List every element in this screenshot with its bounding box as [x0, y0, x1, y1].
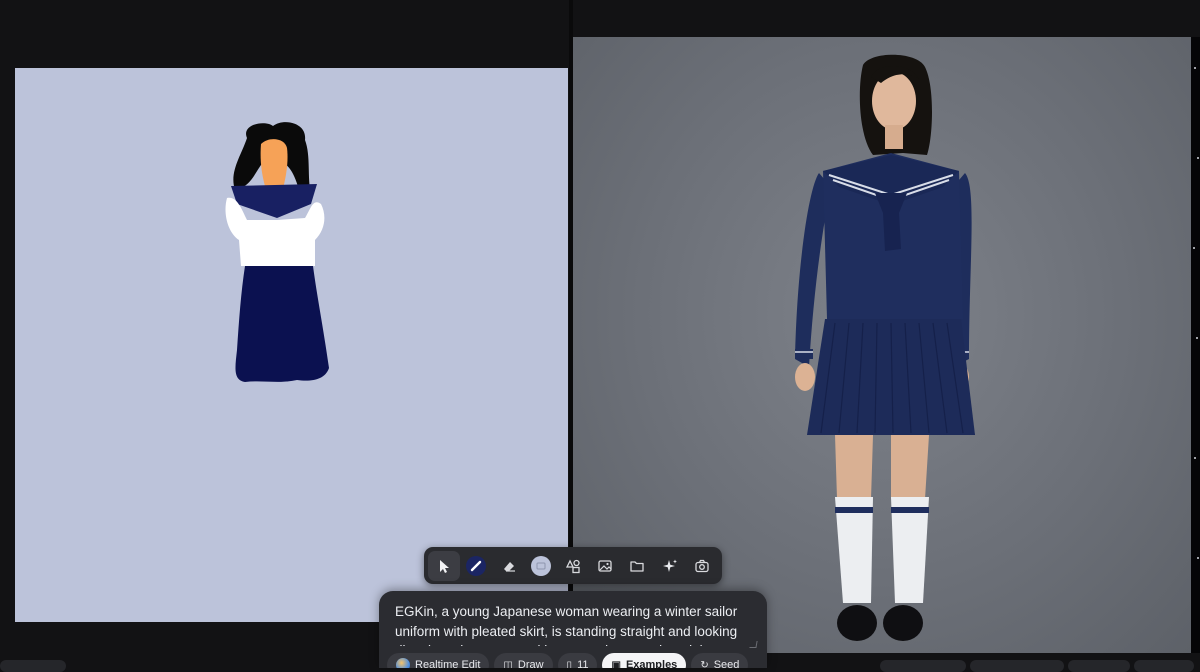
- seed-label: Seed: [713, 659, 740, 668]
- seed-button[interactable]: ↻ Seed: [691, 653, 749, 669]
- folder-tool[interactable]: [621, 551, 653, 581]
- brush-icon: [466, 555, 487, 576]
- draw-label: Draw: [517, 659, 544, 668]
- resize-grip-icon[interactable]: [749, 641, 758, 648]
- globe-icon: [396, 658, 410, 668]
- starfield-strip: [1191, 37, 1200, 653]
- count-button[interactable]: ▯ 11: [557, 653, 598, 669]
- camera-icon: [695, 559, 709, 572]
- sketch-skirt: [235, 266, 329, 382]
- camera-tool[interactable]: [686, 551, 718, 581]
- prompt-input[interactable]: EGKin, a young Japanese woman wearing a …: [395, 602, 751, 646]
- draw-button[interactable]: ◫ Draw: [494, 653, 553, 669]
- drawing-toolbar: [424, 547, 722, 584]
- prompt-panel: EGKin, a young Japanese woman wearing a …: [379, 591, 767, 668]
- bottom-left-control[interactable]: [0, 660, 66, 672]
- shapes-icon: [565, 559, 580, 573]
- bottom-right-control-3[interactable]: [1068, 660, 1130, 672]
- image-icon: [598, 559, 612, 572]
- phone-icon: ▯: [566, 659, 573, 669]
- bottom-right-control-4[interactable]: [1134, 660, 1194, 672]
- seed-icon: ↻: [700, 659, 709, 669]
- drawing-canvas[interactable]: [15, 68, 568, 622]
- select-tool[interactable]: [428, 550, 461, 581]
- prompt-options: Realtime Edit ◫ Draw ▯ 11 ▣ Examples ↻ S…: [387, 653, 749, 669]
- examples-button[interactable]: ▣ Examples: [602, 653, 687, 669]
- examples-label: Examples: [625, 659, 678, 668]
- realtime-edit-button[interactable]: Realtime Edit: [387, 653, 490, 668]
- shapes-tool[interactable]: [557, 551, 589, 581]
- sparkle-tool[interactable]: [654, 551, 686, 581]
- image-tool[interactable]: [589, 551, 621, 581]
- bottom-right-control-1[interactable]: [880, 660, 966, 672]
- color-swatch[interactable]: [525, 551, 557, 581]
- brush-tool[interactable]: [460, 551, 492, 581]
- sparkle-icon: [662, 559, 677, 572]
- folder-icon: [630, 560, 645, 572]
- examples-icon: ▣: [611, 659, 621, 669]
- cursor-icon: [440, 559, 450, 573]
- sketch-collar: [231, 184, 317, 218]
- bottom-right-control-2[interactable]: [970, 660, 1064, 672]
- realtime-edit-label: Realtime Edit: [415, 659, 481, 668]
- eraser-tool[interactable]: [492, 551, 524, 581]
- color-swatch-icon: [530, 555, 551, 576]
- eraser-icon: [503, 561, 515, 572]
- count-label: 11: [577, 659, 589, 668]
- draw-icon: ◫: [503, 659, 513, 669]
